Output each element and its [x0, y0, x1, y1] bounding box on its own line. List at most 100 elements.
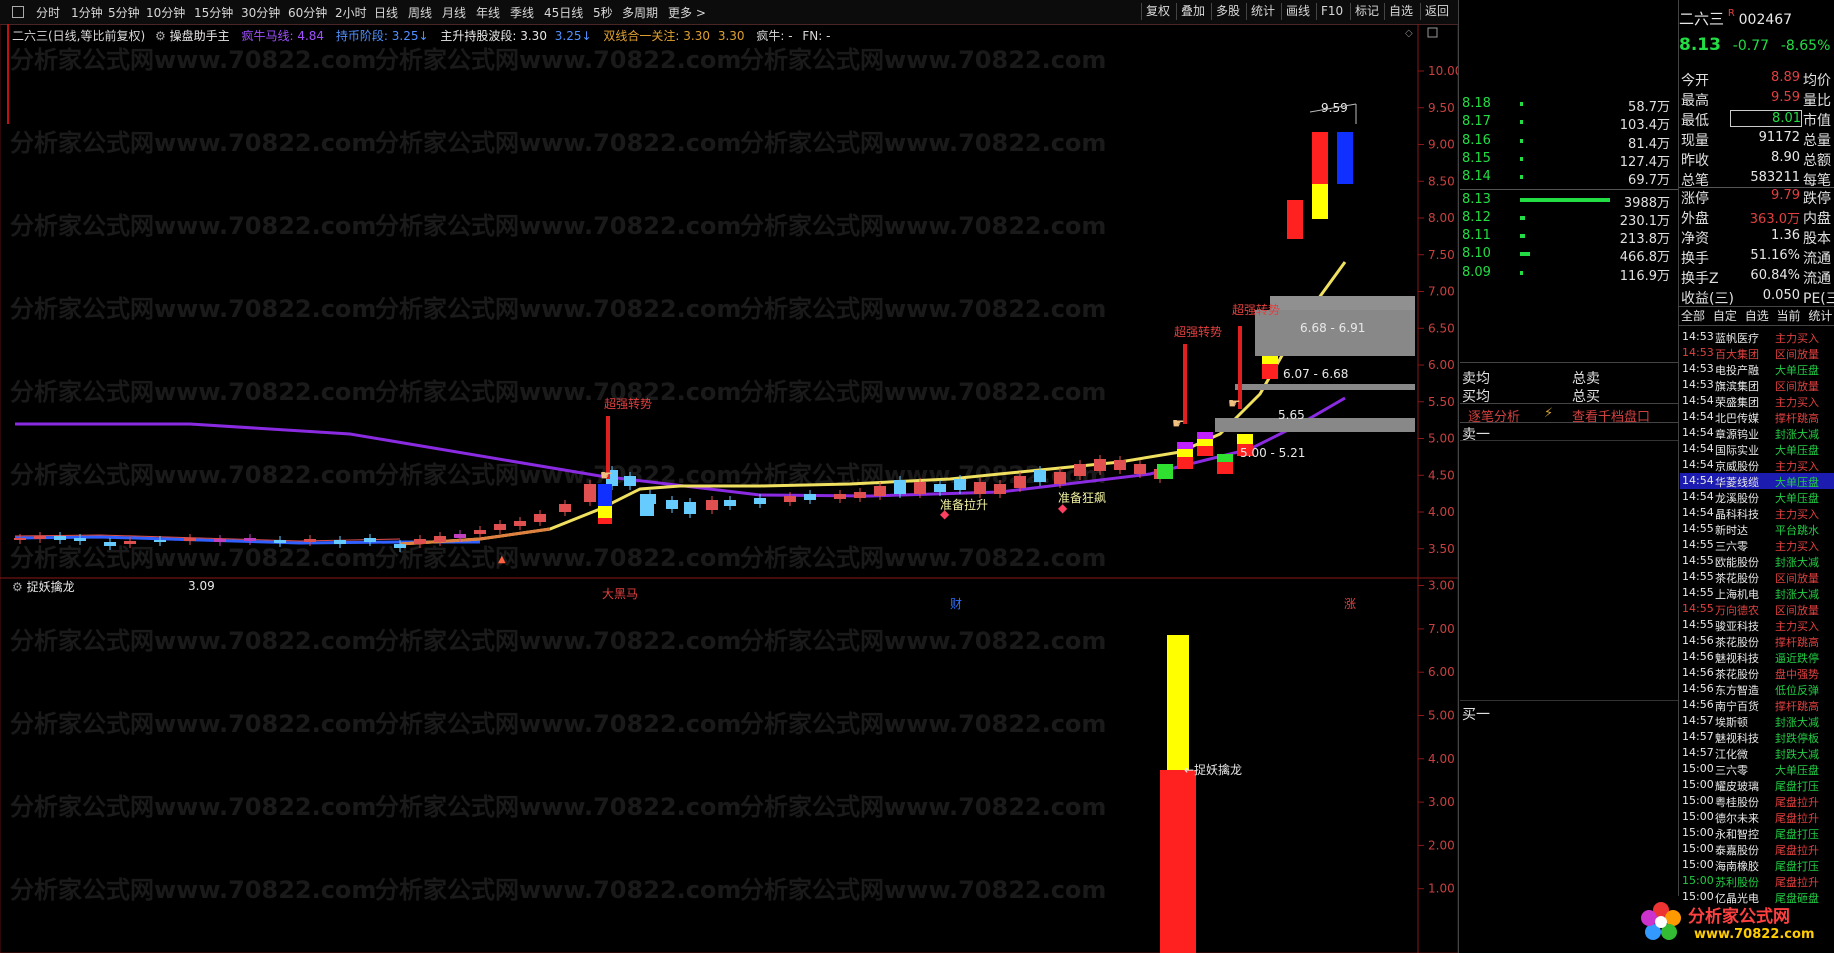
candle	[1312, 132, 1328, 184]
settings-icon[interactable]: ⚙	[155, 29, 166, 43]
event-row[interactable]: 15:00 粤桂股份 尾盘拉升	[1680, 793, 1834, 809]
event-stock-name: 亿晶光电	[1715, 892, 1759, 905]
event-time: 14:54	[1682, 490, 1714, 503]
event-row[interactable]: 15:00 三六零 大单压盘	[1680, 761, 1834, 777]
event-stock-name: 永和智控	[1715, 828, 1759, 841]
watermark-text: 分析家公式网www.70822.com	[740, 793, 1106, 821]
period-5min[interactable]: 5分钟	[108, 4, 140, 21]
event-row[interactable]: 14:56 南宁百货 撑杆跳高	[1680, 697, 1834, 713]
event-row[interactable]: 14:57 江化微 封跌大减	[1680, 745, 1834, 761]
period-quarterly[interactable]: 季线	[510, 4, 534, 21]
event-row[interactable]: 14:53 电投产融 大单压盘	[1680, 361, 1834, 377]
event-row[interactable]: 14:55 新时达 平台跳水	[1680, 521, 1834, 537]
window-icon[interactable]	[12, 6, 24, 18]
period-30min[interactable]: 30分钟	[241, 4, 280, 21]
event-row[interactable]: 14:55 万向德农 区间放量	[1680, 601, 1834, 617]
event-row[interactable]: 14:56 东方智造 低位反弹	[1680, 681, 1834, 697]
event-stock-name: 茶花股份	[1715, 636, 1759, 649]
event-stock-name: 龙溪股份	[1715, 492, 1759, 505]
event-row[interactable]: 14:54 荣盛集团 主力买入	[1680, 393, 1834, 409]
period-15min[interactable]: 15分钟	[194, 4, 233, 21]
event-row[interactable]: 14:55 骏亚科技 主力买入	[1680, 617, 1834, 633]
watermark-text: 分析家公式网www.70822.com	[375, 876, 741, 904]
event-row[interactable]: 14:55 欧能股份 封涨大减	[1680, 553, 1834, 569]
y-axis-label: 6.00	[1428, 358, 1455, 372]
event-row[interactable]: 14:54 京威股份 主力买入	[1680, 457, 1834, 473]
event-row[interactable]: 15:00 海南橡胶 尾盘打压	[1680, 857, 1834, 873]
tab-statistics[interactable]: 统计	[1808, 309, 1832, 323]
period-60min[interactable]: 60分钟	[288, 4, 327, 21]
event-row[interactable]: 14:53 百大集团 区间放量	[1680, 345, 1834, 361]
period-multi[interactable]: 多周期	[622, 4, 658, 21]
period-monthly[interactable]: 月线	[442, 4, 466, 21]
expand-icon[interactable]	[1427, 27, 1438, 38]
tick-analysis-button[interactable]: 逐笔分析	[1468, 406, 1520, 425]
period-10min[interactable]: 10分钟	[146, 4, 185, 21]
event-row[interactable]: 14:53 蓝帆医疗 主力买入	[1680, 329, 1834, 345]
event-type: 尾盘打压	[1775, 780, 1819, 793]
period-1min[interactable]: 1分钟	[71, 4, 103, 21]
event-stock-name: 埃斯顿	[1715, 716, 1748, 729]
event-row[interactable]: 15:00 耀皮玻璃 尾盘打压	[1680, 777, 1834, 793]
f10-button[interactable]: F10	[1316, 3, 1347, 20]
watermark-text: 分析家公式网www.70822.com	[10, 295, 376, 323]
period-daily[interactable]: 日线	[374, 4, 398, 21]
period-fenshi[interactable]: 分时	[36, 4, 60, 21]
indicator-name[interactable]: 操盘助手主	[170, 29, 230, 43]
mark-button[interactable]: 标记	[1350, 3, 1383, 20]
event-row[interactable]: 14:56 茶花股份 撑杆跳高	[1680, 633, 1834, 649]
event-row[interactable]: 14:54 章源钨业 封涨大减	[1680, 425, 1834, 441]
tab-all[interactable]: 全部	[1681, 309, 1705, 323]
event-row[interactable]: 15:00 泰嘉股份 尾盘拉升	[1680, 841, 1834, 857]
watermark-text: 分析家公式网www.70822.com	[10, 461, 376, 489]
tab-current[interactable]: 当前	[1777, 309, 1801, 323]
sub-y-axis-label: 7.00	[1428, 622, 1455, 636]
back-button[interactable]: 返回	[1420, 3, 1453, 20]
restore-rights-button[interactable]: 复权	[1141, 3, 1174, 20]
event-type: 封涨大减	[1775, 556, 1819, 569]
multi-stock-button[interactable]: 多股	[1211, 3, 1244, 20]
view-levels-button[interactable]: 查看千档盘口	[1572, 406, 1650, 425]
event-row[interactable]: 14:55 茶花股份 区间放量	[1680, 569, 1834, 585]
event-row[interactable]: 14:54 晶科科技 主力买入	[1680, 505, 1834, 521]
event-row[interactable]: 15:00 永和智控 尾盘打压	[1680, 825, 1834, 841]
period-weekly[interactable]: 周线	[408, 4, 432, 21]
event-row[interactable]: 14:53 旗滨集团 区间放量	[1680, 377, 1834, 393]
watermark-text: 分析家公式网www.70822.com	[10, 710, 376, 738]
tab-watchlist[interactable]: 自选	[1745, 309, 1769, 323]
tab-custom[interactable]: 自定	[1713, 309, 1737, 323]
period-more[interactable]: 更多 >	[668, 4, 706, 21]
event-row[interactable]: 14:57 魅视科技 封跌停板	[1680, 729, 1834, 745]
watchlist-button[interactable]: 自选	[1384, 3, 1417, 20]
event-row[interactable]: 14:57 埃斯顿 封涨大减	[1680, 713, 1834, 729]
event-time: 14:54	[1682, 426, 1714, 439]
period-45day[interactable]: 45日线	[544, 4, 583, 21]
sub-chart-title[interactable]: 捉妖擒龙	[27, 580, 75, 594]
event-row[interactable]: 15:00 德尔未来 尾盘拉升	[1680, 809, 1834, 825]
period-yearly[interactable]: 年线	[476, 4, 500, 21]
event-row[interactable]: 14:54 华菱线缆 大单压盘	[1680, 473, 1834, 489]
kline-chart[interactable]: 分析家公式网www.70822.com 分析家公式网www.70822.com 分析…	[0, 24, 1458, 953]
event-row[interactable]: 14:56 魅视科技 逼近跌停	[1680, 649, 1834, 665]
period-2h[interactable]: 2小时	[335, 4, 367, 21]
overlay-button[interactable]: 叠加	[1176, 3, 1209, 20]
event-row[interactable]: 14:55 三六零 主力买入	[1680, 537, 1834, 553]
draw-line-button[interactable]: 画线	[1281, 3, 1314, 20]
panel-divider	[1678, 0, 1679, 953]
diamond-outline-icon[interactable]: ◇	[1405, 28, 1413, 39]
candle	[1157, 464, 1173, 479]
settings-icon[interactable]: ⚙	[12, 580, 23, 594]
event-row[interactable]: 14:54 北巴传媒 撑杆跳高	[1680, 409, 1834, 425]
event-row[interactable]: 14:54 龙溪股份 大单压盘	[1680, 489, 1834, 505]
event-row[interactable]: 15:00 苏利股份 尾盘拉升	[1680, 873, 1834, 889]
candle	[974, 482, 986, 494]
event-row[interactable]: 14:54 国际实业 大单压盘	[1680, 441, 1834, 457]
event-row[interactable]: 15:00 亿晶光电 尾盘砸盘	[1680, 889, 1834, 905]
event-row[interactable]: 14:55 上海机电 封涨大减	[1680, 585, 1834, 601]
period-5sec[interactable]: 5秒	[593, 4, 613, 21]
statistics-button[interactable]: 统计	[1246, 3, 1279, 20]
order-book-volume: 58.7万	[1628, 100, 1670, 115]
event-time: 15:00	[1682, 762, 1714, 775]
event-type: 主力买入	[1775, 396, 1819, 409]
event-row[interactable]: 14:56 茶花股份 盘中强势	[1680, 665, 1834, 681]
